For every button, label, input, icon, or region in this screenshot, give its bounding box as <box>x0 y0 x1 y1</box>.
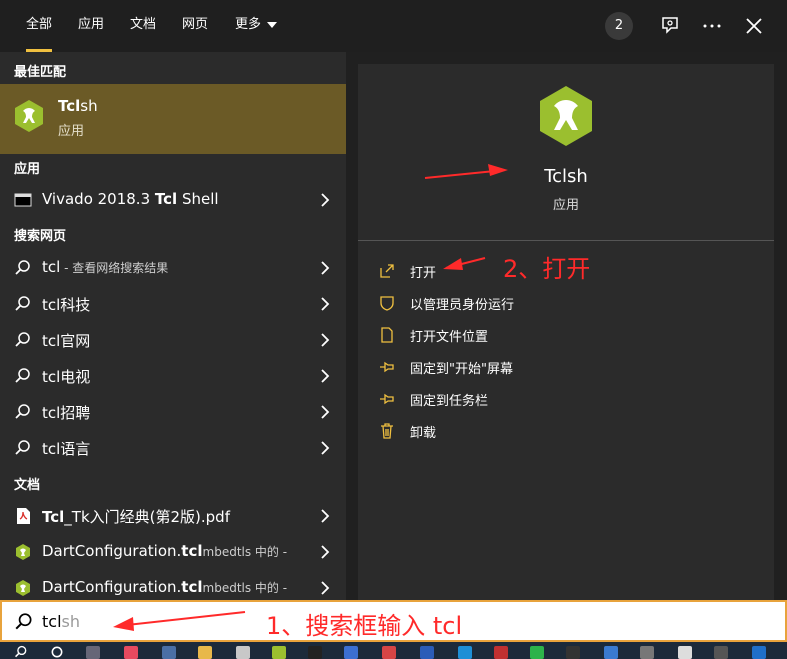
annotation-step1: 1、搜索框输入 tcl <box>266 612 463 640</box>
annotation-step2: 2、打开 <box>503 255 591 283</box>
annotation-arrows <box>113 164 508 631</box>
